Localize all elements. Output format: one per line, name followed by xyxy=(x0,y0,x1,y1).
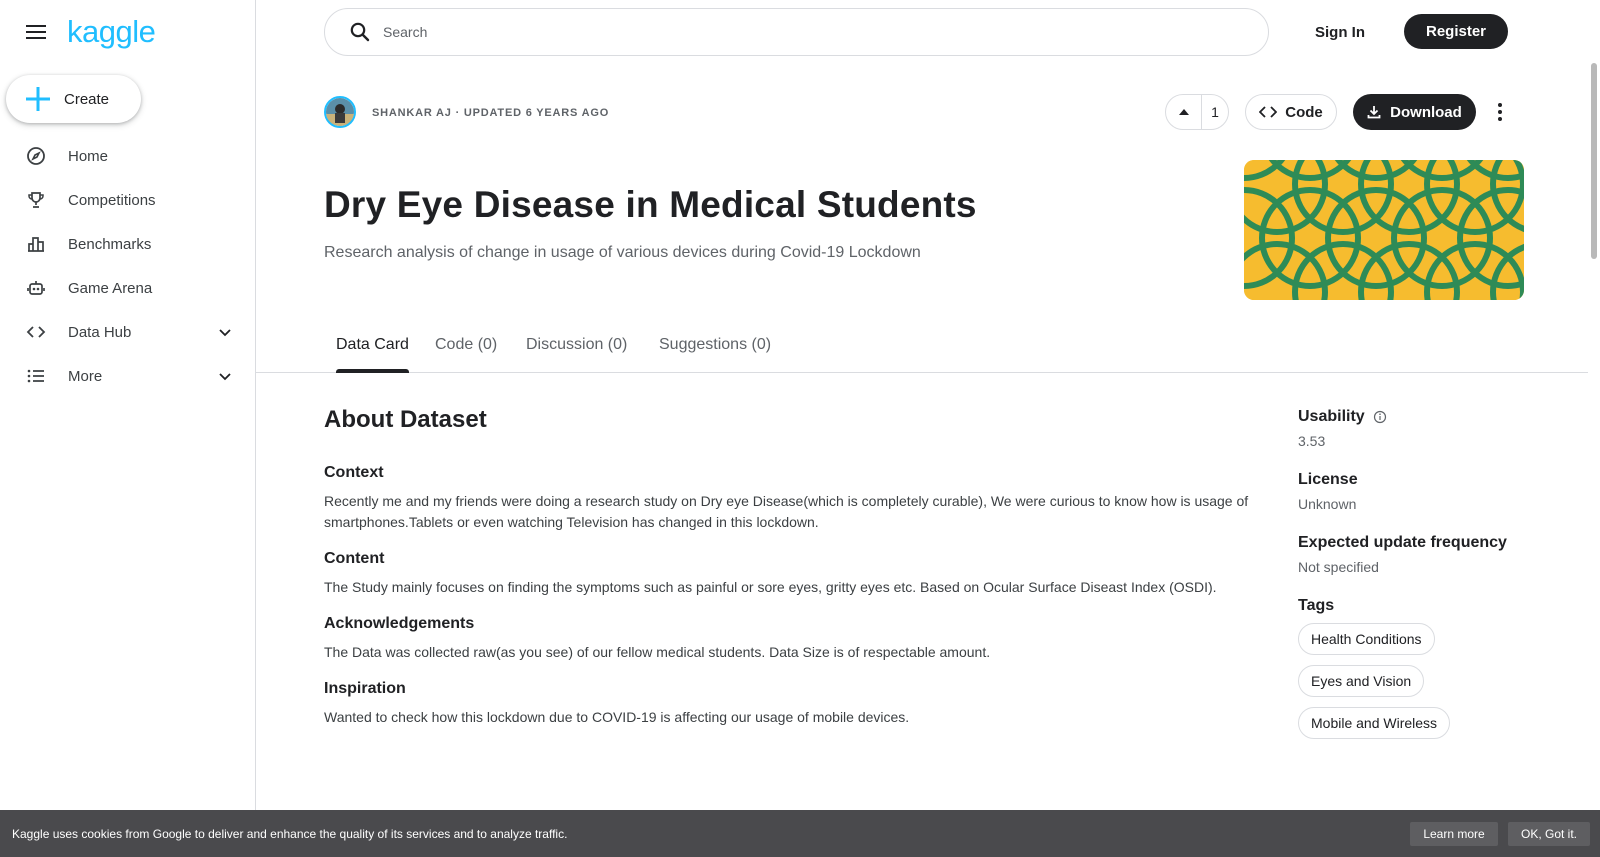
avatar[interactable] xyxy=(324,96,356,128)
sidebar-item-game-arena[interactable]: Game Arena xyxy=(0,266,255,310)
list-icon xyxy=(26,366,46,386)
sign-in-button[interactable]: Sign In xyxy=(1300,14,1380,50)
upvote-count: 1 xyxy=(1211,104,1219,120)
info-icon[interactable] xyxy=(1373,410,1387,424)
register-button[interactable]: Register xyxy=(1404,14,1508,49)
sidebar-item-label: Competitions xyxy=(68,191,156,209)
section-heading: Context xyxy=(324,464,384,481)
section-heading: Inspiration xyxy=(324,680,406,697)
kaggle-logo[interactable]: kaggle xyxy=(67,14,156,50)
upvote-button[interactable] xyxy=(1166,95,1202,129)
tag-chip[interactable]: Eyes and Vision xyxy=(1298,665,1425,697)
cookie-message: Kaggle uses cookies from Google to deliv… xyxy=(12,826,568,841)
section-body: The Data was collected raw(as you see) o… xyxy=(324,644,991,660)
search-icon xyxy=(350,22,370,42)
robot-icon xyxy=(26,278,46,298)
page-title: Dry Eye Disease in Medical Students xyxy=(324,184,977,225)
compass-icon xyxy=(26,146,46,166)
learn-more-button[interactable]: Learn more xyxy=(1410,822,1498,846)
update-frequency-label: Expected update frequency xyxy=(1298,534,1507,551)
section-content: Content The Study mainly focuses on find… xyxy=(324,550,1284,598)
sidebar-item-competitions[interactable]: Competitions xyxy=(0,178,255,222)
section-body: Recently me and my friends were doing a … xyxy=(324,493,1249,530)
tab-discussion[interactable]: Discussion (0) xyxy=(526,336,627,372)
sidebar-nav: Home Competitions Benchmarks Game Arena … xyxy=(0,134,255,398)
chevron-down-icon[interactable] xyxy=(215,366,235,386)
tab-suggestions[interactable]: Suggestions (0) xyxy=(659,336,771,372)
code-button-label: Code xyxy=(1285,103,1323,121)
update-frequency-value: Not specified xyxy=(1298,559,1379,575)
sidebar: kaggle Create Home Competitions Benchmar… xyxy=(0,0,256,857)
more-options-icon[interactable] xyxy=(1486,98,1514,126)
usability-heading: Usability xyxy=(1298,408,1538,426)
license-label: License xyxy=(1298,471,1358,488)
create-button[interactable]: Create xyxy=(6,75,141,123)
tags-block: Tags Health Conditions Eyes and Vision M… xyxy=(1298,597,1538,749)
chevron-down-icon[interactable] xyxy=(215,322,235,342)
trophy-icon xyxy=(26,190,46,210)
section-body: Wanted to check how this lockdown due to… xyxy=(324,709,910,725)
code-brackets-icon xyxy=(1259,106,1278,118)
section-heading: Content xyxy=(324,550,385,567)
code-button[interactable]: Code xyxy=(1245,94,1337,130)
sidebar-item-label: More xyxy=(68,367,103,385)
license-value: Unknown xyxy=(1298,496,1357,512)
upvote-control: 1 xyxy=(1165,94,1229,130)
section-body: The Study mainly focuses on finding the … xyxy=(324,579,1217,595)
sidebar-item-label: Data Hub xyxy=(68,323,132,341)
download-button-label: Download xyxy=(1390,103,1462,121)
usability-label: Usability xyxy=(1298,408,1365,425)
dataset-meta: SHANKAR AJ · UPDATED 6 YEARS AGO xyxy=(372,107,610,119)
update-frequency-block: Expected update frequency Not specified xyxy=(1298,534,1538,575)
tag-chip[interactable]: Health Conditions xyxy=(1298,623,1435,655)
sidebar-item-home[interactable]: Home xyxy=(0,134,255,178)
about-dataset: About Dataset Context Recently me and my… xyxy=(324,406,1284,745)
section-acknowledgements: Acknowledgements The Data was collected … xyxy=(324,615,1284,663)
plus-icon xyxy=(26,87,50,111)
cookie-banner: Kaggle uses cookies from Google to deliv… xyxy=(0,810,1600,857)
code-brackets-icon xyxy=(26,322,46,342)
scrollbar-thumb[interactable] xyxy=(1591,63,1597,259)
hamburger-menu-icon[interactable] xyxy=(22,18,50,46)
caret-up-icon xyxy=(1178,109,1189,115)
sidebar-item-label: Home xyxy=(68,147,109,165)
tag-list: Health Conditions Eyes and Vision Mobile… xyxy=(1298,623,1538,749)
sidebar-item-more[interactable]: More xyxy=(0,354,255,398)
section-inspiration: Inspiration Wanted to check how this loc… xyxy=(324,680,1284,728)
dataset-side-panel: Usability 3.53 License Unknown Expected … xyxy=(1298,408,1538,771)
usability-value: 3.53 xyxy=(1298,433,1326,449)
section-heading: Acknowledgements xyxy=(324,615,475,632)
download-button[interactable]: Download xyxy=(1353,94,1476,130)
create-label: Create xyxy=(64,90,110,108)
sidebar-item-benchmarks[interactable]: Benchmarks xyxy=(0,222,255,266)
accept-cookies-button[interactable]: OK, Got it. xyxy=(1508,822,1590,846)
page-subtitle: Research analysis of change in usage of … xyxy=(324,244,921,261)
dataset-banner-image xyxy=(1244,160,1524,300)
tab-code[interactable]: Code (0) xyxy=(435,336,497,372)
sidebar-header: kaggle xyxy=(22,14,156,50)
bar-chart-icon xyxy=(26,234,46,254)
search-bar[interactable] xyxy=(324,8,1269,56)
tab-bar: Data Card Code (0) Discussion (0) Sugges… xyxy=(256,328,1588,373)
tags-label: Tags xyxy=(1298,597,1335,614)
usability-block: Usability 3.53 xyxy=(1298,408,1538,449)
tab-data-card[interactable]: Data Card xyxy=(336,336,409,373)
search-input[interactable] xyxy=(383,24,1233,40)
license-block: License Unknown xyxy=(1298,471,1538,512)
sidebar-item-data-hub[interactable]: Data Hub xyxy=(0,310,255,354)
download-icon xyxy=(1367,106,1381,119)
sidebar-item-label: Benchmarks xyxy=(68,235,152,253)
section-context: Context Recently me and my friends were … xyxy=(324,464,1284,533)
about-heading: About Dataset xyxy=(324,406,487,433)
sidebar-item-label: Game Arena xyxy=(68,279,153,297)
tag-chip[interactable]: Mobile and Wireless xyxy=(1298,707,1451,739)
page-scrollbar[interactable] xyxy=(1588,0,1600,810)
